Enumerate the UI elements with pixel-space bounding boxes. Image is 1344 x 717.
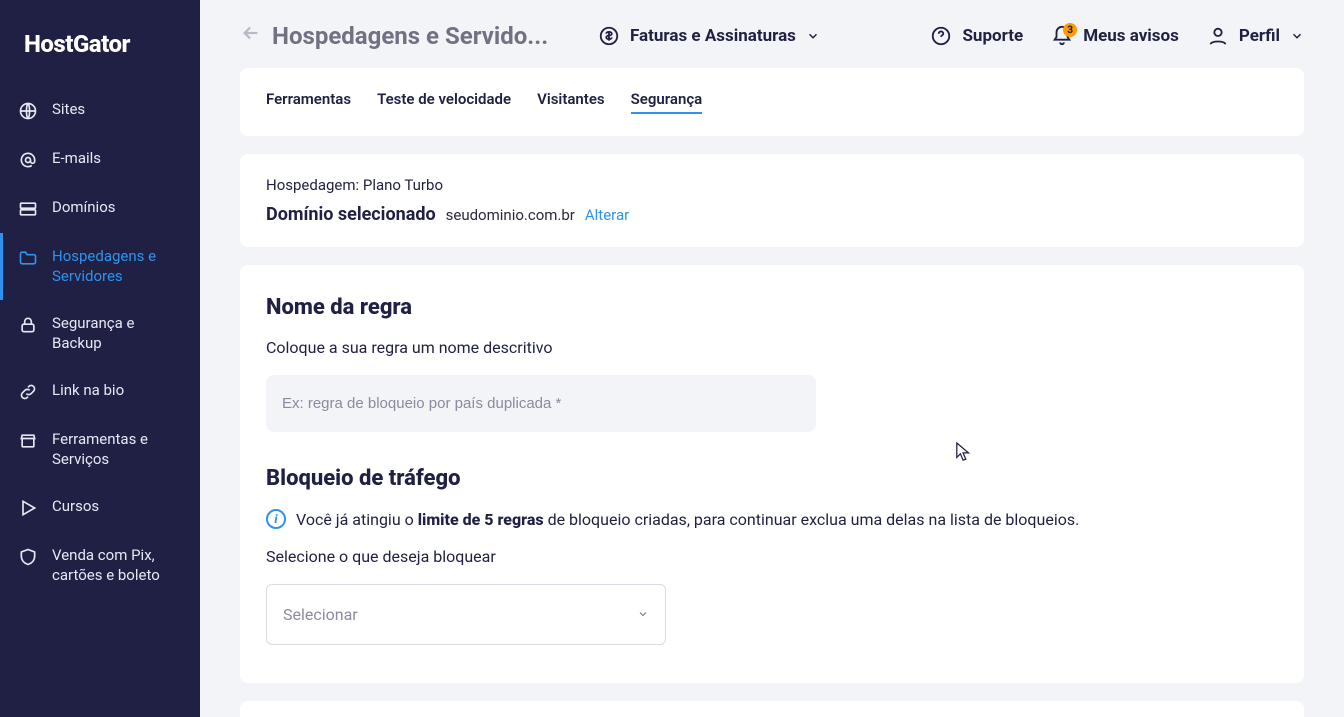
sidebar-item-label: Link na bio [52,381,124,401]
lock-icon [18,315,38,335]
profile-label: Perfil [1239,26,1280,46]
sidebar-item-label: E-mails [52,149,101,169]
topbar: Hospedagens e Servido... Faturas e Assin… [200,0,1344,68]
sidebar-item-tools[interactable]: Ferramentas e Serviços [0,416,200,483]
link-icon [18,382,38,402]
sidebar-item-label: Venda com Pix, cartões e boleto [52,546,182,585]
breadcrumb[interactable]: Hospedagens e Servido... [240,22,570,50]
rule-name-desc: Coloque a sua regra um nome descritivo [266,338,1278,357]
globe-icon [18,101,38,121]
billing-menu[interactable]: Faturas e Assinaturas [598,25,820,47]
info-suffix: de bloqueio criadas, para continuar excl… [544,510,1080,529]
notices-link[interactable]: 3 Meus avisos [1051,25,1179,47]
user-icon [1207,25,1229,47]
info-bold: limite de 5 regras [418,510,544,529]
select-label: Selecione o que deseja bloquear [266,547,1278,566]
sidebar-item-security[interactable]: Segurança e Backup [0,300,200,367]
info-icon: i [266,509,286,529]
domain-card: Hospedagem: Plano Turbo Domínio selecion… [240,154,1304,247]
sidebar-item-label: Hospedagens e Servidores [52,247,182,286]
store-icon [18,431,38,451]
content: Ferramentas Teste de velocidade Visitant… [200,68,1344,717]
notice-badge: 3 [1063,23,1077,37]
notices-label: Meus avisos [1083,26,1179,46]
main: Hospedagens e Servido... Faturas e Assin… [200,0,1344,717]
rule-name-input[interactable] [266,375,816,432]
rule-name-title: Nome da regra [266,295,1278,320]
sidebar-item-payments[interactable]: Venda com Pix, cartões e boleto [0,532,200,599]
sidebar-item-courses[interactable]: Cursos [0,483,200,532]
billing-label: Faturas e Assinaturas [630,26,796,46]
sidebar-item-sites[interactable]: Sites [0,86,200,135]
block-type-select[interactable]: Selecionar [266,584,666,645]
sidebar-item-label: Domínios [52,198,116,218]
select-placeholder: Selecionar [283,605,358,624]
page-title: Hospedagens e Servido... [272,22,548,50]
help-icon [930,25,952,47]
chevron-down-icon [1290,29,1304,43]
chevron-down-icon [637,605,649,624]
folder-icon [18,248,38,268]
sidebar-item-emails[interactable]: E-mails [0,135,200,184]
block-title: Bloqueio de tráfego [266,466,1278,491]
sidebar-item-label: Sites [52,100,85,120]
shield-icon [18,547,38,567]
profile-menu[interactable]: Perfil [1207,25,1304,47]
limit-info: i Você já atingiu o limite de 5 regras d… [266,509,1278,529]
rule-form-card: Nome da regra Coloque a sua regra um nom… [240,265,1304,683]
domain-value: seudominio.com.br [446,206,575,224]
dollar-icon [598,25,620,47]
tab-visitors[interactable]: Visitantes [537,90,605,114]
logo: HostGator [0,18,200,86]
hosting-plan: Hospedagem: Plano Turbo [266,176,1278,194]
at-icon [18,150,38,170]
sidebar-item-linkbio[interactable]: Link na bio [0,367,200,416]
sidebar-item-label: Cursos [52,497,99,517]
selected-domain-label: Domínio selecionado [266,204,436,225]
support-link[interactable]: Suporte [930,25,1023,47]
tabs-card: Ferramentas Teste de velocidade Visitant… [240,68,1304,136]
bell-icon: 3 [1051,25,1073,47]
info-prefix: Você já atingiu o [296,510,418,529]
sidebar: HostGator Sites E-mails Domínios Hospeda… [0,0,200,717]
sidebar-item-label: Segurança e Backup [52,314,182,353]
sidebar-item-hosting[interactable]: Hospedagens e Servidores [0,233,200,300]
server-icon [18,199,38,219]
chevron-down-icon [806,29,820,43]
play-icon [18,498,38,518]
tabs: Ferramentas Teste de velocidade Visitant… [266,90,1278,114]
change-domain-link[interactable]: Alterar [585,206,629,224]
sidebar-item-label: Ferramentas e Serviços [52,430,182,469]
next-card [240,701,1304,717]
tab-tools[interactable]: Ferramentas [266,90,351,114]
support-label: Suporte [962,26,1023,46]
tab-security[interactable]: Segurança [631,90,703,114]
arrow-left-icon [240,22,262,50]
sidebar-item-domains[interactable]: Domínios [0,184,200,233]
tab-speed[interactable]: Teste de velocidade [377,90,511,114]
